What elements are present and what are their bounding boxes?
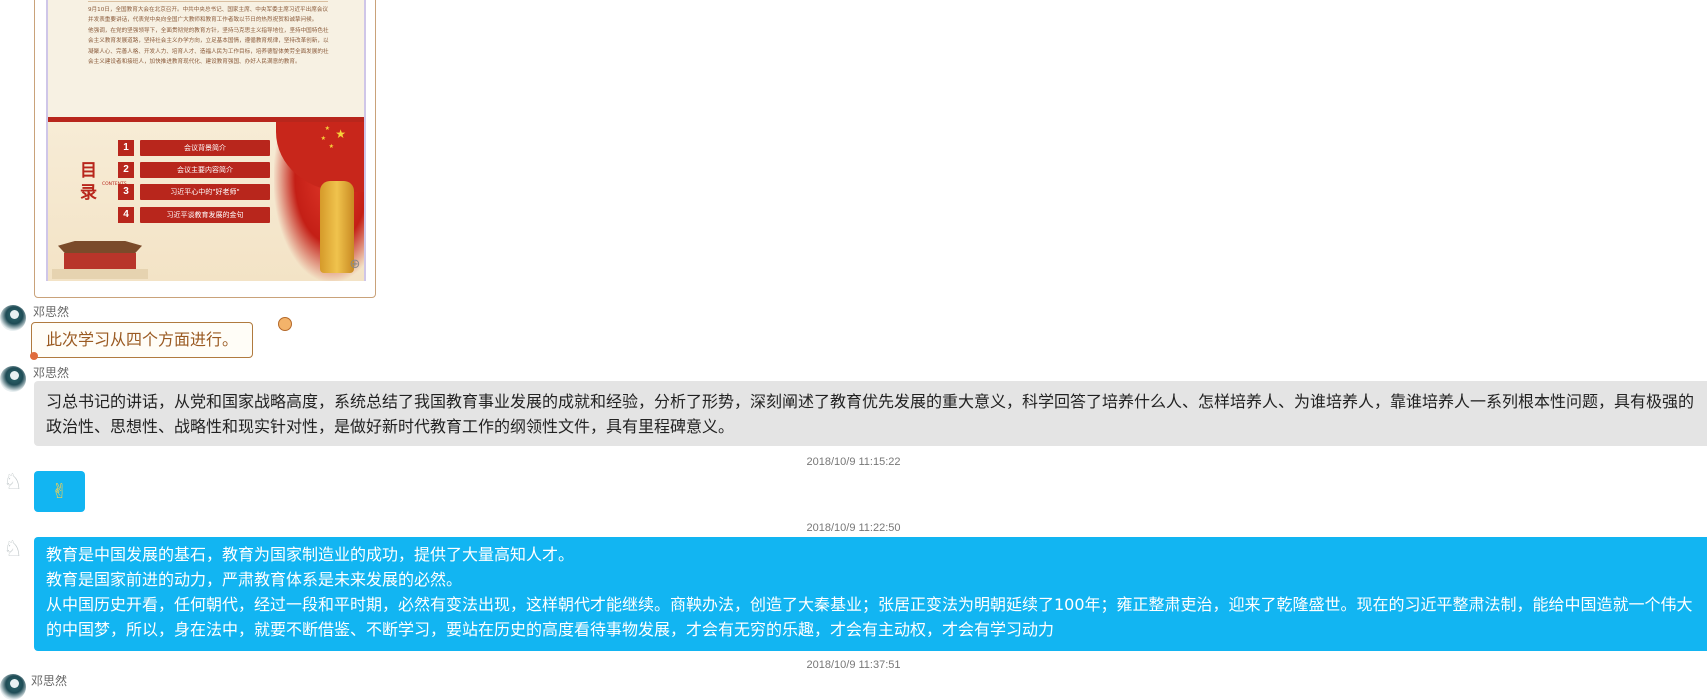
victory-hand-emoji[interactable]: ✌ [34, 471, 85, 512]
star-icon: ★ [320, 135, 326, 142]
message-line: 从中国历史开看，任何朝代，经过一段和平时期，必然有变法出现，这样朝代才能继续。商… [46, 595, 1693, 639]
tiananmen-graphic [52, 237, 148, 279]
image-message[interactable]: 9月10日，全国教育大会在北京召开。中共中央总书记、国家主席、中央军委主席习近平… [34, 0, 376, 298]
bear-sticker-icon [278, 317, 292, 331]
zoom-in-icon[interactable]: ⊕ [349, 258, 361, 271]
slide-paragraph: 9月10日，全国教育大会在北京召开。中共中央总书记、国家主席、中央军委主席习近平… [88, 7, 329, 24]
slide-body-text: 9月10日，全国教育大会在北京召开。中共中央总书记、国家主席、中央军委主席习近平… [88, 5, 332, 67]
timestamp: 2018/10/9 11:15:22 [806, 456, 901, 468]
message-bubble[interactable]: 教育是中国发展的基石，教育为国家制造业的成功，提供了大量高知人才。 教育是国家前… [34, 537, 1707, 651]
slide-paragraph: 他强调，在党的坚强领导下，全面贯彻党的教育方针，坚持马克思主义指导地位，坚持中国… [88, 27, 329, 66]
slide-image: 9月10日，全国教育大会在北京召开。中共中央总书记、国家主席、中央军委主席习近平… [46, 0, 366, 281]
sender-avatar[interactable] [0, 674, 26, 700]
slide-text-section: 9月10日，全国教育大会在北京召开。中共中央总书记、国家主席、中央军委主席习近平… [48, 0, 364, 117]
timestamp: 2018/10/9 11:37:51 [806, 659, 901, 671]
sender-name: 邓思然 [31, 674, 68, 688]
star-icon: ★ [335, 127, 346, 141]
slide-toc-section: ★ ★ ★ ★ 目 录 CONTENTS 1 会议背景简介 2 会议主要内容简介 [48, 122, 364, 281]
message-bubble[interactable]: 此次学习从四个方面进行。 [31, 322, 254, 358]
sender-name: 邓思然 [33, 366, 70, 380]
timestamp: 2018/10/9 11:22:50 [806, 522, 901, 534]
star-icon: ★ [324, 125, 330, 132]
message-bubble[interactable]: 习总书记的讲话，从党和国家战略高度，系统总结了我国教育事业发展的成就和经验，分析… [34, 381, 1707, 446]
pin-decoration-icon [30, 352, 38, 360]
sender-avatar[interactable] [0, 366, 26, 392]
sender-avatar[interactable] [0, 305, 26, 331]
toc-contents-label: CONTENTS [102, 182, 127, 187]
self-avatar[interactable]: ♘ [0, 470, 26, 496]
message-line: 教育是中国发展的基石，教育为国家制造业的成功，提供了大量高知人才。 [46, 545, 575, 564]
message-line: 教育是国家前进的动力，严肃教育体系是未来发展的必然。 [46, 570, 463, 589]
self-avatar[interactable]: ♘ [0, 537, 26, 563]
star-icon: ★ [328, 143, 334, 150]
toc-title: 目 录 [80, 161, 97, 203]
sender-name: 邓思然 [33, 305, 70, 319]
